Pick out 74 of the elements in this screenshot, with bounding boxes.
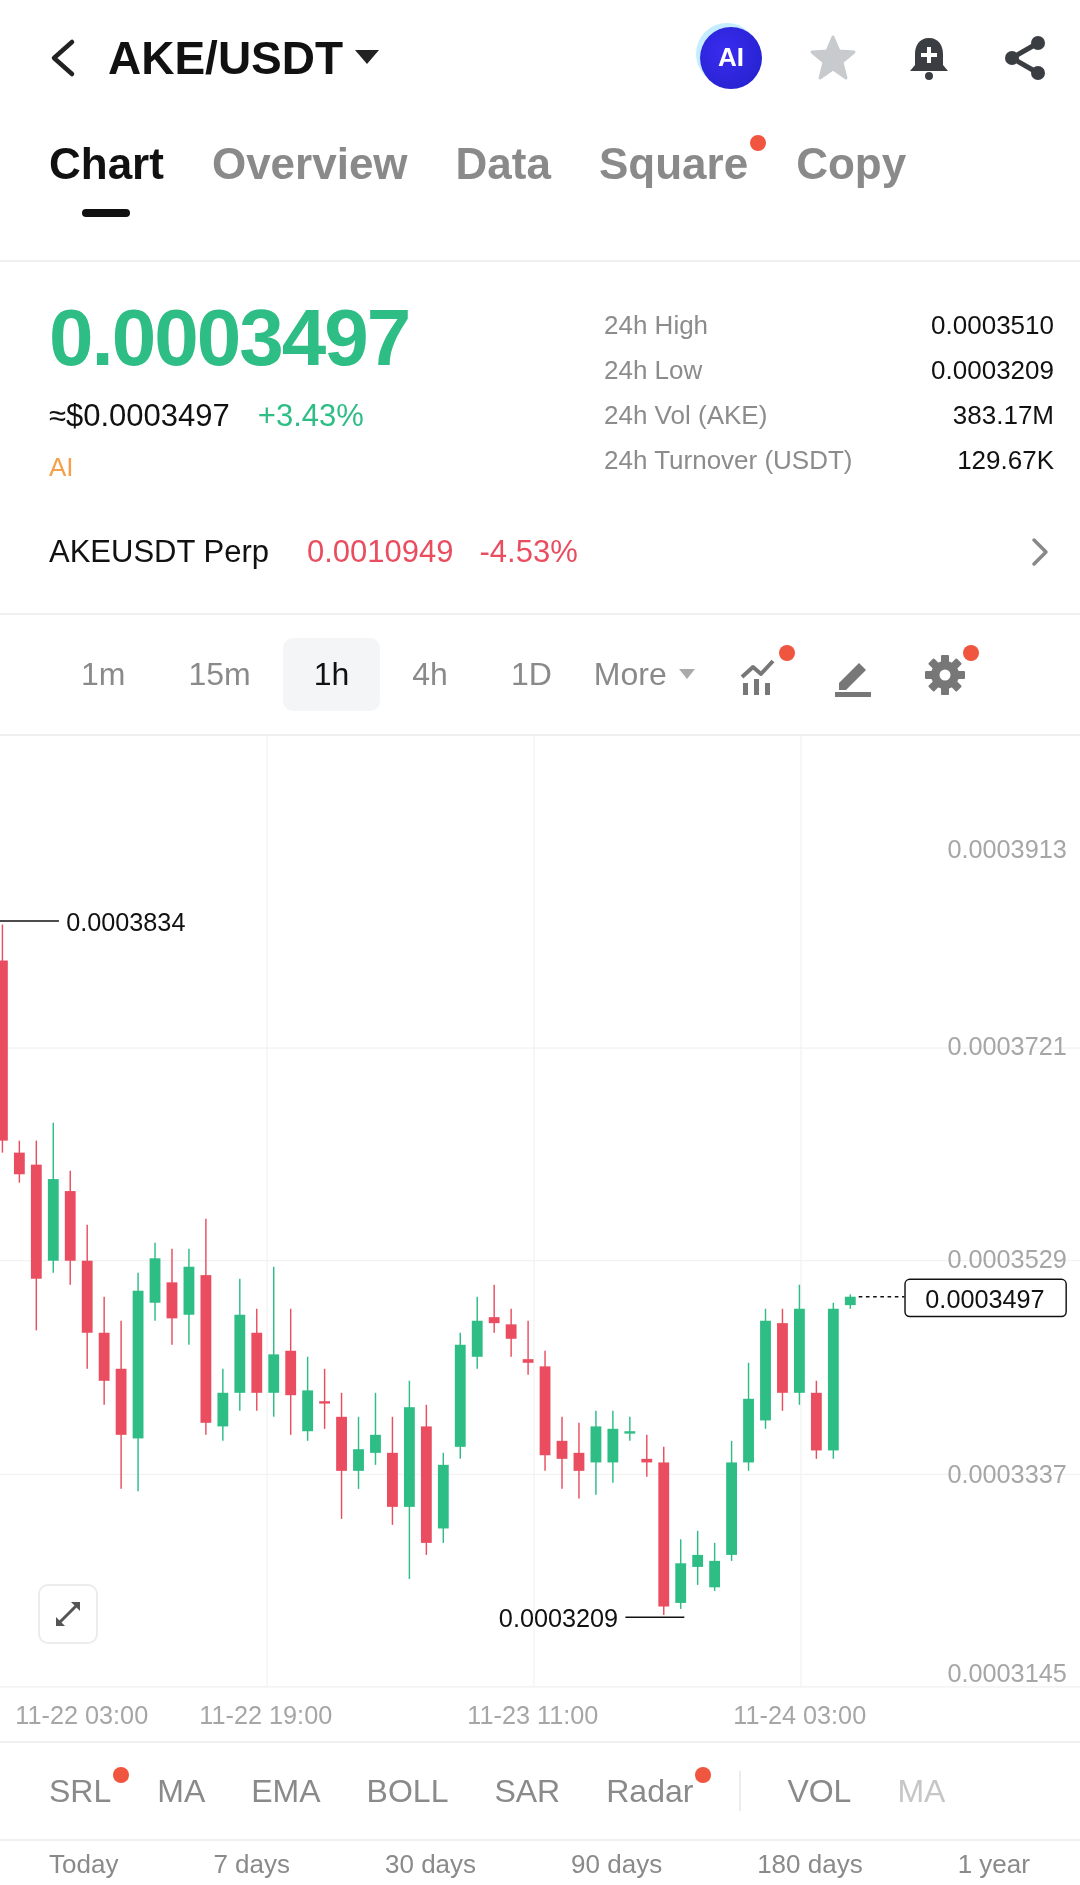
stat-value: 0.0003209: [930, 355, 1054, 386]
candle: [505, 1308, 517, 1358]
stat-label: 24h High: [604, 310, 710, 341]
candle: [488, 1284, 500, 1334]
usd-price: ≈$0.0003497: [49, 398, 230, 434]
tab[interactable]: Chart: [49, 139, 164, 217]
last-price: 0.0003497: [49, 298, 411, 378]
price-axis-label: 0.0003721: [947, 1032, 1067, 1061]
indicator-tab[interactable]: SRL: [49, 1772, 112, 1810]
timeframe-tab[interactable]: 1D: [479, 638, 583, 711]
ai-link[interactable]: AI: [49, 452, 74, 483]
indicator-tab[interactable]: Radar: [606, 1772, 694, 1810]
stat-label: 24h Low: [604, 355, 704, 386]
pair-title[interactable]: AKE/USDT: [108, 30, 344, 85]
high-price-label: 0.0003834: [66, 907, 186, 936]
time-axis-label: 11-23 11:00: [467, 1701, 599, 1730]
range-tab[interactable]: Today: [49, 1849, 119, 1880]
price-axis-label: 0.0003337: [947, 1459, 1067, 1488]
stat-value: 129.67K: [956, 445, 1054, 476]
ai-button[interactable]: AI: [700, 26, 762, 89]
perp-change: -4.53%: [479, 533, 578, 570]
range-tab[interactable]: 7 days: [213, 1849, 290, 1880]
perp-price: 0.0010949: [306, 533, 454, 570]
leader-line: [858, 1296, 906, 1298]
candle: [675, 1538, 687, 1610]
tab[interactable]: Copy: [796, 139, 907, 217]
range-tab[interactable]: 180 days: [757, 1849, 863, 1880]
stat-label: 24h Vol (AKE): [604, 400, 769, 431]
price-change: +3.43%: [257, 398, 364, 434]
range-tab[interactable]: 1 year: [957, 1849, 1030, 1880]
current-price-tag: 0.0003497: [904, 1278, 1067, 1318]
caret-icon[interactable]: [355, 49, 380, 66]
range-tab[interactable]: 30 days: [385, 1849, 477, 1880]
perp-row[interactable]: AKEUSDT Perp 0.0010949 -4.53%: [0, 490, 1080, 615]
caret-icon: [678, 669, 695, 680]
leader-line: [624, 1616, 686, 1619]
price-axis-label: 0.0003529: [947, 1244, 1067, 1273]
stat-value: 0.0003510: [930, 310, 1054, 341]
candle: [13, 1139, 25, 1184]
perp-name: AKEUSDT Perp: [49, 533, 269, 570]
expand-button[interactable]: [38, 1584, 98, 1644]
indicator-tab[interactable]: SAR: [494, 1772, 561, 1810]
low-price-label: 0.0003209: [498, 1603, 619, 1632]
tab[interactable]: Square: [598, 139, 749, 217]
indicator-tab[interactable]: BOLL: [366, 1772, 449, 1810]
candle: [844, 1293, 856, 1310]
timeframe-tab[interactable]: 4h: [381, 638, 479, 711]
candle: [692, 1530, 704, 1586]
candle: [641, 1434, 653, 1478]
price-axis-label: 0.0003145: [947, 1659, 1067, 1688]
time-axis-label: 11-22 03:00: [15, 1701, 149, 1730]
time-axis-label: 11-24 03:00: [733, 1701, 867, 1730]
price-axis-label: 0.0003913: [947, 835, 1067, 864]
tab[interactable]: Data: [455, 139, 551, 217]
stat-value: 383.17M: [951, 400, 1054, 431]
more-button[interactable]: More: [593, 656, 695, 693]
candle: [319, 1368, 330, 1430]
expand-icon: [53, 1599, 83, 1629]
indicator-tab[interactable]: EMA: [251, 1772, 321, 1810]
settings-icon[interactable]: [922, 652, 967, 697]
indicator-tab[interactable]: VOL: [787, 1772, 852, 1810]
candle: [522, 1320, 534, 1376]
candle: [709, 1542, 721, 1592]
chevron-right-icon: [1030, 535, 1050, 568]
indicator-tab[interactable]: MA: [157, 1772, 206, 1810]
timeframe-tab[interactable]: 15m: [157, 638, 282, 711]
stat-label: 24h Turnover (USDT): [604, 445, 854, 476]
time-axis-label: 11-22 19:00: [199, 1701, 333, 1730]
leader-line: [0, 920, 60, 922]
timeframe-tab[interactable]: 1m: [50, 638, 157, 711]
timeframe-tab[interactable]: 1h: [282, 638, 381, 711]
range-tab[interactable]: 90 days: [571, 1849, 663, 1880]
tab[interactable]: Overview: [211, 139, 408, 217]
candle: [624, 1416, 636, 1442]
